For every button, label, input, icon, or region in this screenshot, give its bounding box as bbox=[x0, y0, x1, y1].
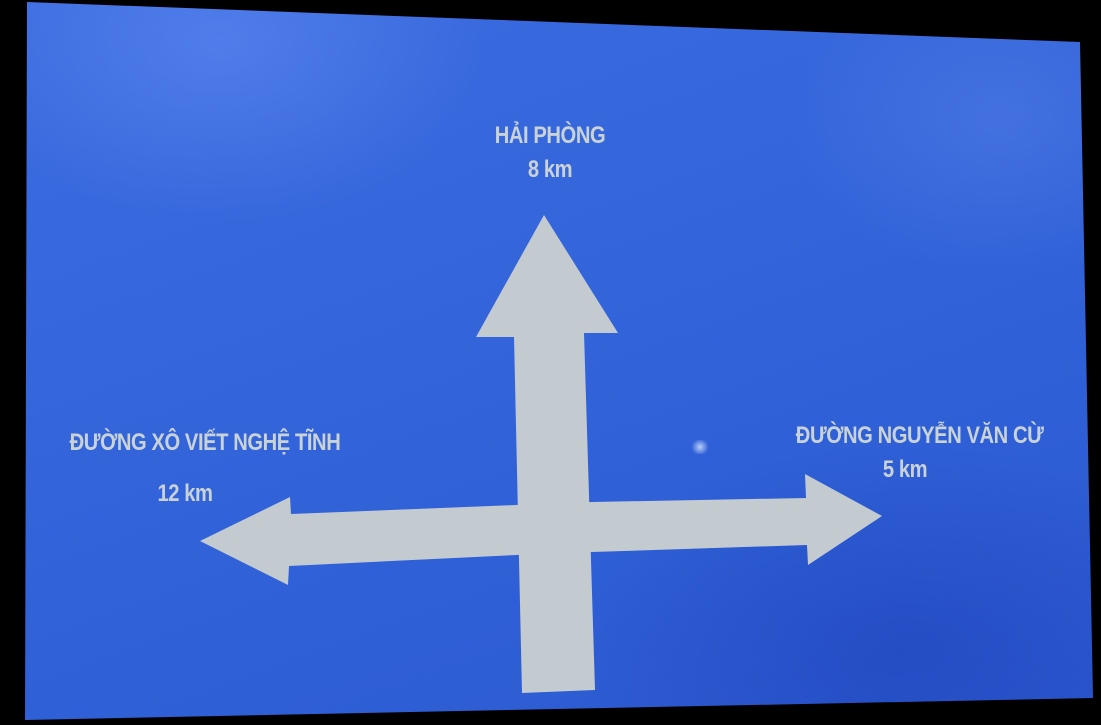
east-destination-distance: 5 km bbox=[882, 456, 928, 483]
west-destination-distance: 12 km bbox=[157, 480, 213, 507]
photo-scene: HẢI PHÒNG 8 km ĐƯỜNG XÔ VIẾT NGHỆ TĨNH 1… bbox=[0, 0, 1101, 725]
arrow-north-stem bbox=[476, 215, 618, 693]
direction-arrows bbox=[200, 215, 882, 693]
north-destination-name: HẢI PHÒNG bbox=[494, 122, 606, 149]
east-destination-name: ĐƯỜNG NGUYỄN VĂN CỪ bbox=[795, 422, 1044, 449]
light-reflection bbox=[690, 440, 710, 454]
west-destination-name: ĐƯỜNG XÔ VIẾT NGHỆ TĨNH bbox=[69, 429, 341, 456]
north-destination-distance: 8 km bbox=[527, 156, 573, 183]
